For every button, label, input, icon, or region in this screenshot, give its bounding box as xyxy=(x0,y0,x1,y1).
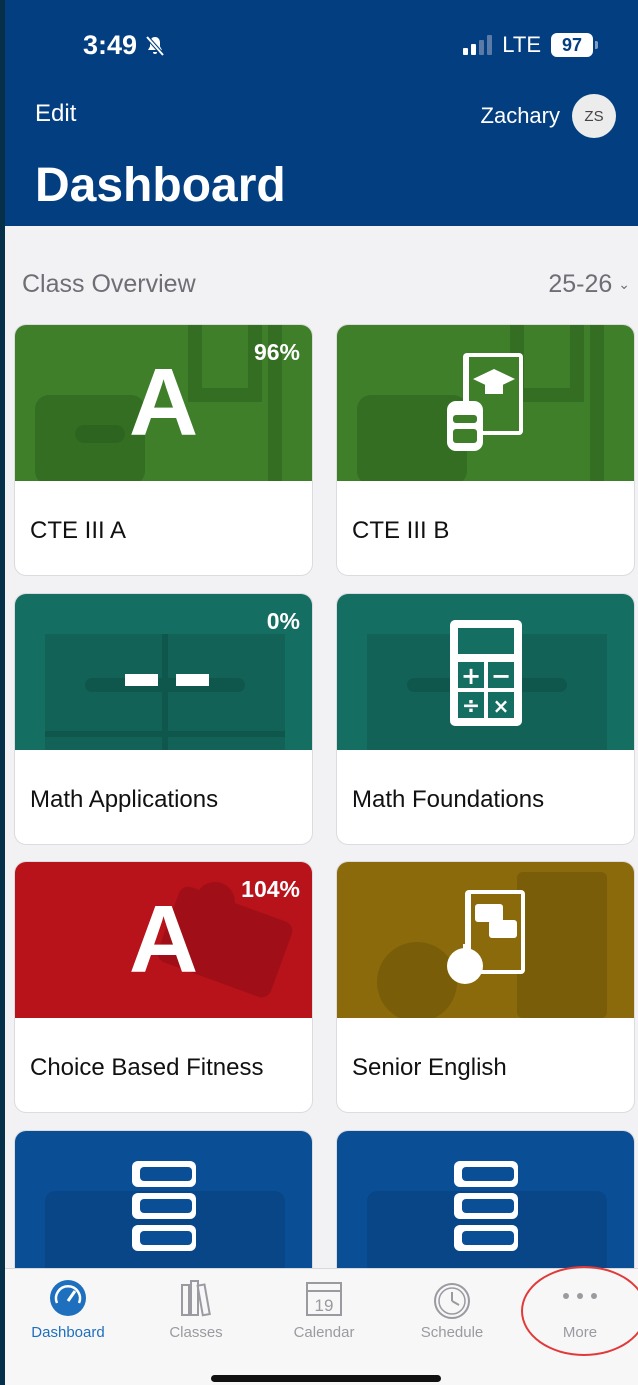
class-grade: A xyxy=(128,349,199,456)
class-card-banner xyxy=(15,1131,312,1287)
status-indicators: LTE 97 xyxy=(463,32,598,58)
tab-label: Classes xyxy=(169,1324,223,1341)
speedometer-icon xyxy=(50,1280,86,1316)
class-grade-empty xyxy=(125,674,209,686)
class-name: CTE III B xyxy=(352,517,450,544)
home-indicator xyxy=(211,1375,441,1382)
year-selector[interactable]: 25-26 ⌄ xyxy=(548,270,630,299)
class-percent: 0% xyxy=(266,608,300,634)
class-card-banner: 0% xyxy=(15,594,312,750)
stacked-books-icon xyxy=(131,1161,196,1251)
class-card-math-foundations[interactable]: + − ÷ × Math Foundations xyxy=(336,593,635,845)
tab-label: Calendar xyxy=(293,1324,355,1341)
header: 3:49 LTE 97 Edit Zachary ZS Dashboard xyxy=(5,0,638,226)
class-name: CTE III A xyxy=(30,517,127,544)
class-card-cte-iii-b[interactable]: CTE III B xyxy=(336,324,635,576)
book-apple-icon xyxy=(446,890,525,984)
svg-text:−: − xyxy=(490,662,510,690)
tab-label: Schedule xyxy=(420,1324,484,1341)
status-time: 3:49 xyxy=(83,30,167,61)
tab-schedule[interactable]: Schedule xyxy=(389,1269,515,1359)
avatar: ZS xyxy=(572,94,616,138)
class-name: Math Applications xyxy=(30,786,219,813)
class-card-banner xyxy=(337,862,634,1018)
section-title: Class Overview xyxy=(22,270,196,298)
class-card-banner xyxy=(337,1131,634,1287)
dashboard-screen: 3:49 LTE 97 Edit Zachary ZS Dashboard Cl… xyxy=(5,0,638,1385)
stacked-books-icon xyxy=(453,1161,518,1251)
svg-text:×: × xyxy=(492,694,509,718)
edit-button[interactable]: Edit xyxy=(35,100,76,128)
tab-classes[interactable]: Classes xyxy=(133,1269,259,1359)
annotation-circle xyxy=(521,1266,638,1356)
class-card-banner: + − ÷ × xyxy=(337,594,634,750)
network-label: LTE xyxy=(502,32,541,57)
chevron-down-icon: ⌄ xyxy=(618,276,630,292)
status-time-text: 3:49 xyxy=(83,30,138,60)
user-profile[interactable]: Zachary ZS xyxy=(481,94,616,138)
tab-calendar[interactable]: 19 Calendar xyxy=(261,1269,387,1359)
book-graduation-icon xyxy=(446,353,523,451)
class-name: Senior English xyxy=(352,1054,507,1081)
class-card-banner xyxy=(337,325,634,481)
battery-icon: 97 xyxy=(551,33,598,57)
class-card-math-applications[interactable]: 0% Math Applications xyxy=(14,593,313,845)
year-value: 25-26 xyxy=(548,270,613,298)
page-title: Dashboard xyxy=(35,159,286,212)
bell-muted-icon xyxy=(145,35,165,56)
class-name: Choice Based Fitness xyxy=(30,1054,264,1081)
class-card-banner: 96% A xyxy=(15,325,312,481)
calendar-icon: 19 xyxy=(306,1282,342,1316)
battery-level: 97 xyxy=(551,33,593,57)
class-name: Math Foundations xyxy=(352,786,545,813)
class-grade: A xyxy=(128,886,199,993)
calculator-icon: + − ÷ × xyxy=(449,620,522,726)
tab-dashboard[interactable]: Dashboard xyxy=(5,1269,131,1359)
calendar-day: 19 xyxy=(315,1296,334,1315)
class-card-choice-based-fitness[interactable]: 104% A Choice Based Fitness xyxy=(14,861,313,1113)
class-card-banner: 104% A xyxy=(15,862,312,1018)
signal-icon xyxy=(463,35,493,55)
svg-text:+: + xyxy=(460,662,480,690)
class-card-cte-iii-a[interactable]: 96% A CTE III A xyxy=(14,324,313,576)
class-card-senior-english[interactable]: Senior English xyxy=(336,861,635,1113)
tab-label: Dashboard xyxy=(31,1324,105,1341)
svg-text:÷: ÷ xyxy=(461,694,479,719)
user-name: Zachary xyxy=(480,103,560,128)
clock-icon xyxy=(434,1283,470,1319)
books-icon xyxy=(181,1280,211,1317)
